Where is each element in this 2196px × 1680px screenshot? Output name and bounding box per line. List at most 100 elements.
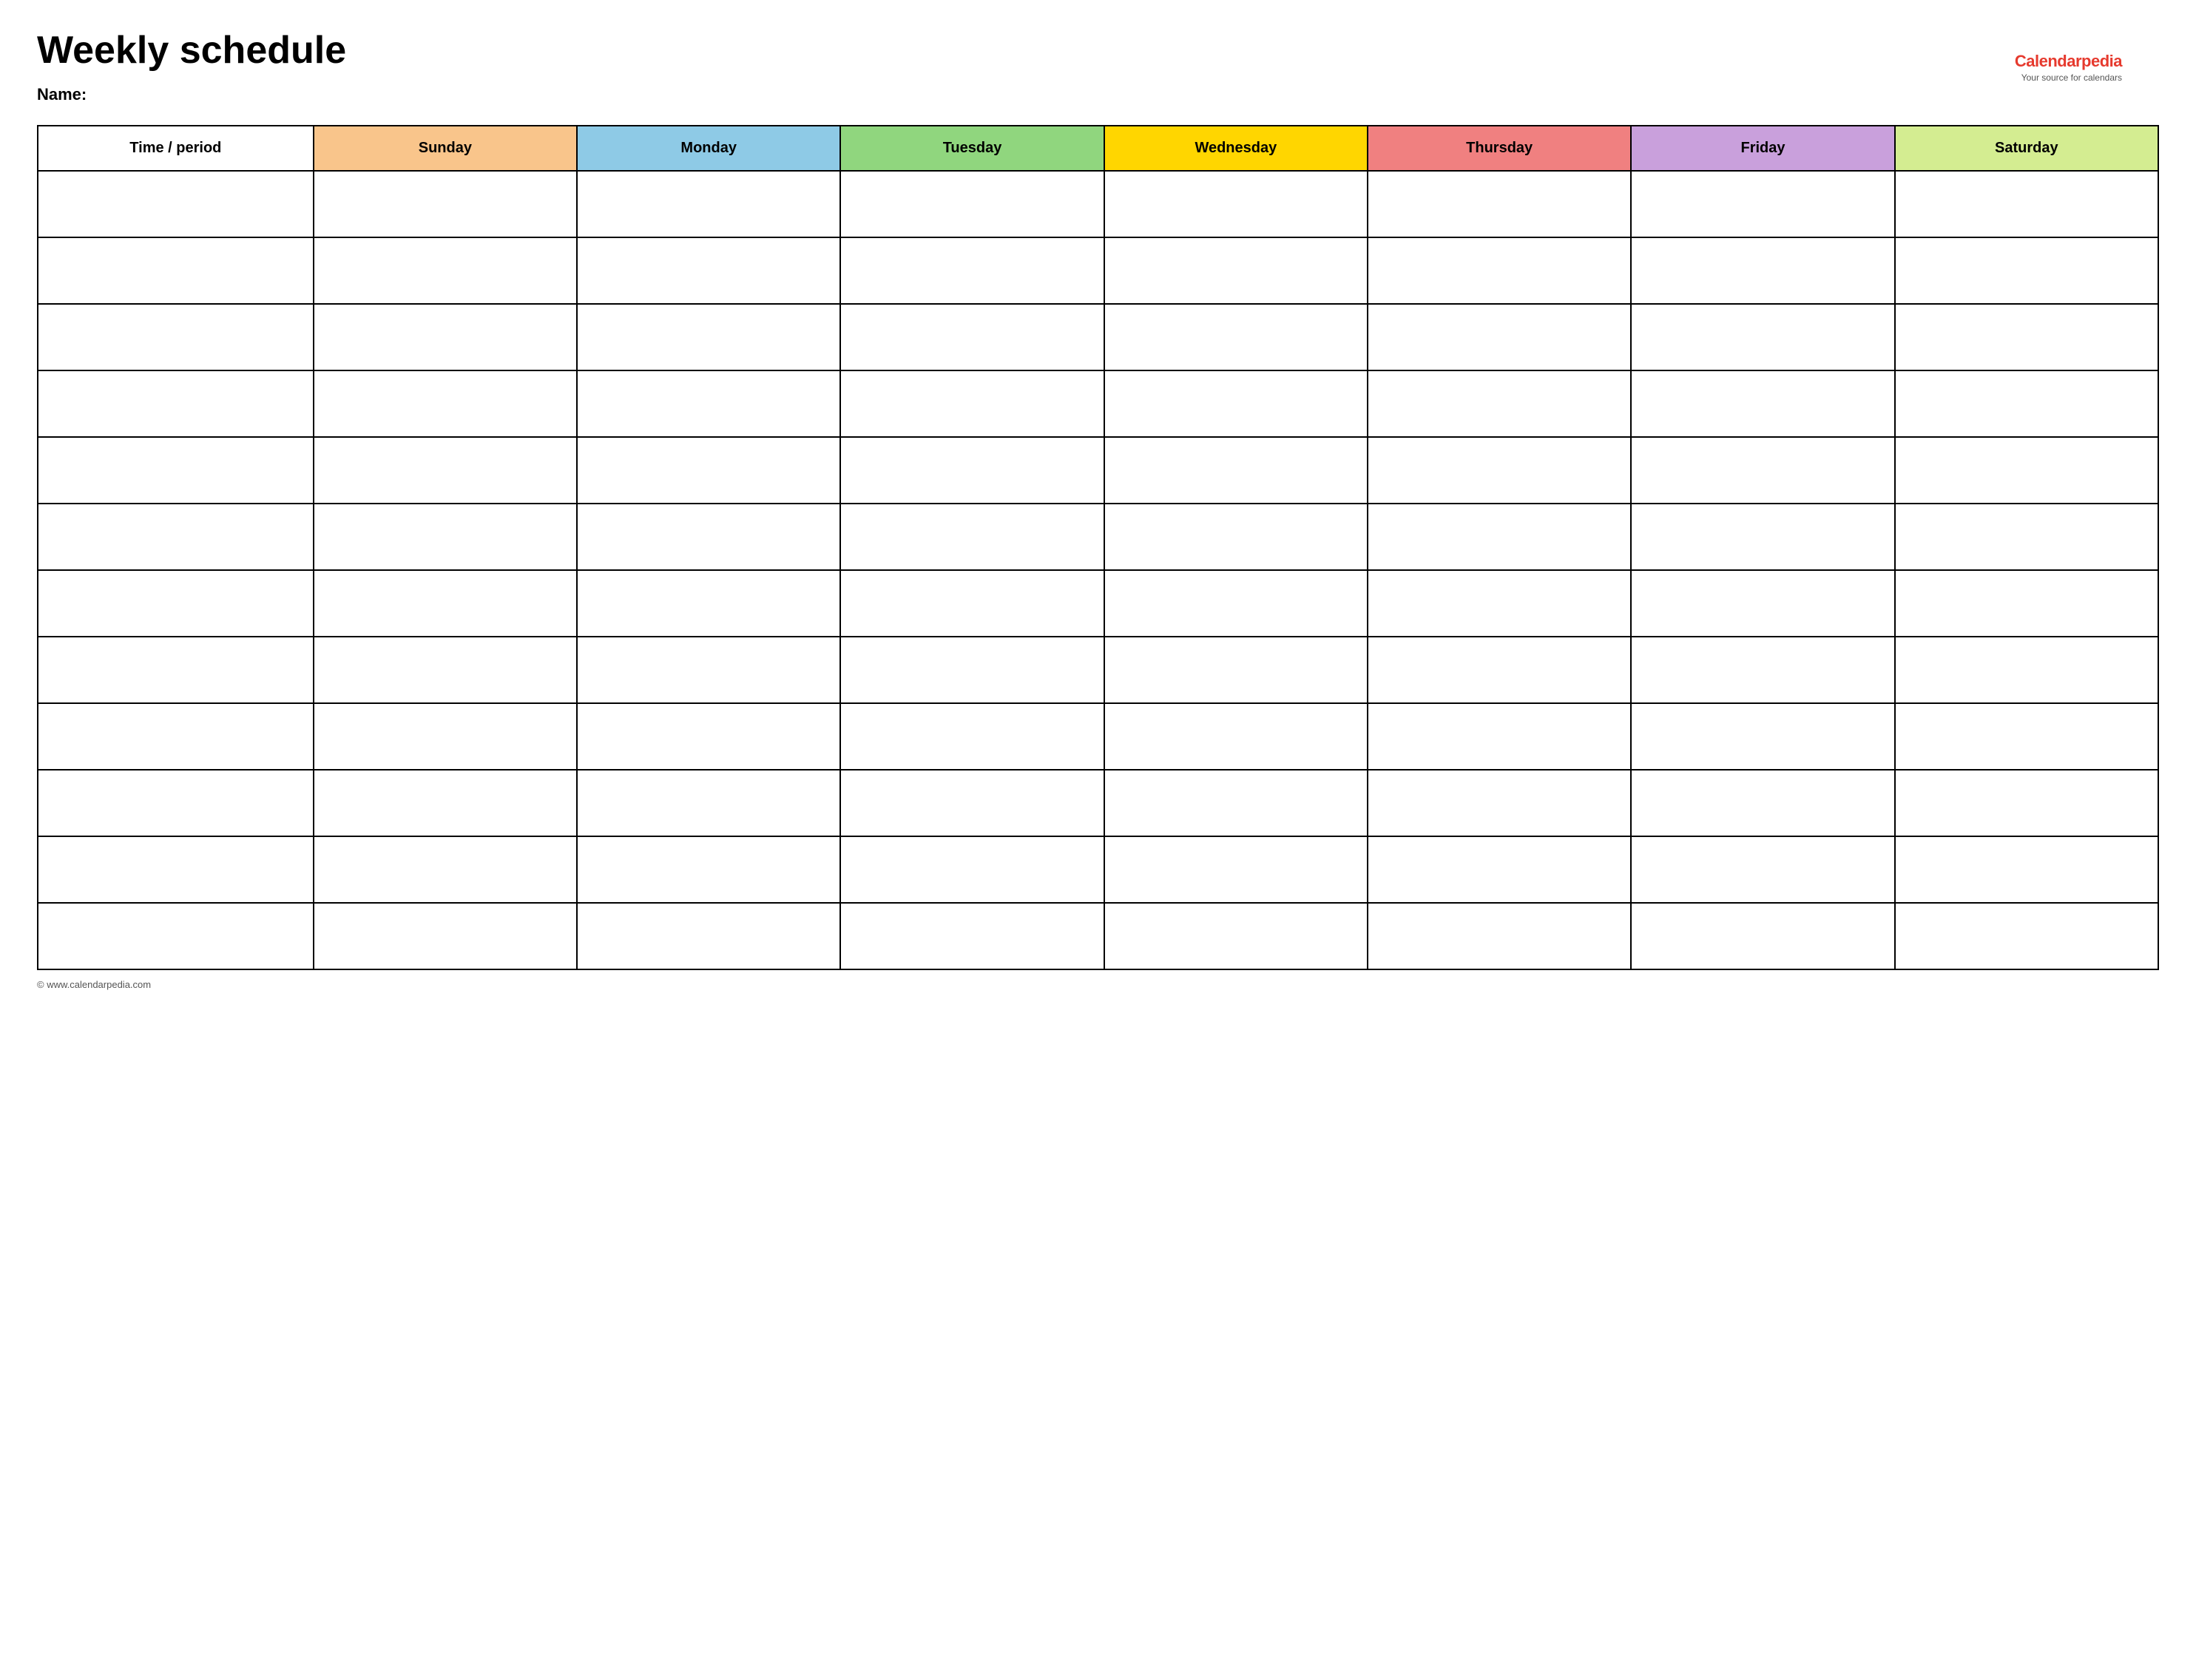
table-cell[interactable]: [577, 171, 840, 237]
table-cell[interactable]: [1368, 504, 1631, 570]
table-cell[interactable]: [1895, 370, 2158, 437]
table-cell[interactable]: [1368, 370, 1631, 437]
table-cell[interactable]: [38, 437, 314, 504]
table-cell[interactable]: [38, 637, 314, 703]
table-cell[interactable]: [314, 171, 577, 237]
table-cell[interactable]: [840, 836, 1104, 903]
name-label: Name:: [37, 85, 2159, 104]
table-row: [38, 703, 2158, 770]
table-cell[interactable]: [1895, 903, 2158, 969]
table-cell[interactable]: [38, 770, 314, 836]
table-cell[interactable]: [314, 437, 577, 504]
table-cell[interactable]: [1895, 237, 2158, 304]
table-cell[interactable]: [1895, 637, 2158, 703]
table-cell[interactable]: [314, 836, 577, 903]
table-cell[interactable]: [1895, 171, 2158, 237]
table-cell[interactable]: [1895, 770, 2158, 836]
table-cell[interactable]: [38, 903, 314, 969]
table-cell[interactable]: [314, 570, 577, 637]
table-cell[interactable]: [1631, 836, 1894, 903]
table-cell[interactable]: [577, 437, 840, 504]
table-cell[interactable]: [1104, 237, 1368, 304]
table-cell[interactable]: [1104, 836, 1368, 903]
table-cell[interactable]: [314, 637, 577, 703]
table-cell[interactable]: [1631, 171, 1894, 237]
table-cell[interactable]: [1895, 437, 2158, 504]
table-cell[interactable]: [38, 171, 314, 237]
table-cell[interactable]: [314, 304, 577, 370]
table-cell[interactable]: [1368, 703, 1631, 770]
table-cell[interactable]: [1631, 304, 1894, 370]
table-cell[interactable]: [1104, 903, 1368, 969]
table-cell[interactable]: [840, 770, 1104, 836]
table-cell[interactable]: [314, 504, 577, 570]
table-cell[interactable]: [1631, 703, 1894, 770]
table-cell[interactable]: [840, 703, 1104, 770]
table-cell[interactable]: [1368, 570, 1631, 637]
table-cell[interactable]: [577, 237, 840, 304]
table-cell[interactable]: [314, 237, 577, 304]
table-cell[interactable]: [1631, 437, 1894, 504]
table-cell[interactable]: [38, 304, 314, 370]
table-cell[interactable]: [1631, 637, 1894, 703]
table-cell[interactable]: [1368, 770, 1631, 836]
table-cell[interactable]: [38, 370, 314, 437]
table-cell[interactable]: [1895, 703, 2158, 770]
table-cell[interactable]: [1895, 836, 2158, 903]
table-cell[interactable]: [840, 370, 1104, 437]
table-cell[interactable]: [1895, 504, 2158, 570]
table-cell[interactable]: [1368, 836, 1631, 903]
table-cell[interactable]: [314, 770, 577, 836]
table-cell[interactable]: [1104, 304, 1368, 370]
table-cell[interactable]: [577, 570, 840, 637]
table-cell[interactable]: [314, 903, 577, 969]
table-cell[interactable]: [840, 304, 1104, 370]
table-cell[interactable]: [1895, 304, 2158, 370]
table-cell[interactable]: [840, 171, 1104, 237]
table-cell[interactable]: [577, 836, 840, 903]
table-cell[interactable]: [1631, 770, 1894, 836]
table-cell[interactable]: [840, 237, 1104, 304]
table-cell[interactable]: [1631, 903, 1894, 969]
table-cell[interactable]: [577, 903, 840, 969]
table-cell[interactable]: [38, 703, 314, 770]
table-cell[interactable]: [1368, 171, 1631, 237]
table-cell[interactable]: [1631, 370, 1894, 437]
table-cell[interactable]: [1368, 903, 1631, 969]
table-cell[interactable]: [1368, 637, 1631, 703]
table-cell[interactable]: [314, 703, 577, 770]
table-row: [38, 370, 2158, 437]
table-cell[interactable]: [1104, 570, 1368, 637]
table-cell[interactable]: [38, 237, 314, 304]
table-cell[interactable]: [577, 770, 840, 836]
table-cell[interactable]: [840, 903, 1104, 969]
table-cell[interactable]: [1368, 304, 1631, 370]
table-cell[interactable]: [1368, 237, 1631, 304]
table-cell[interactable]: [1104, 637, 1368, 703]
table-cell[interactable]: [840, 504, 1104, 570]
table-cell[interactable]: [577, 703, 840, 770]
table-cell[interactable]: [1104, 770, 1368, 836]
table-cell[interactable]: [840, 570, 1104, 637]
table-cell[interactable]: [38, 504, 314, 570]
table-cell[interactable]: [1104, 504, 1368, 570]
table-cell[interactable]: [577, 370, 840, 437]
table-cell[interactable]: [1631, 237, 1894, 304]
table-cell[interactable]: [1104, 703, 1368, 770]
table-cell[interactable]: [38, 836, 314, 903]
table-cell[interactable]: [1104, 370, 1368, 437]
table-cell[interactable]: [314, 370, 577, 437]
table-cell[interactable]: [1895, 570, 2158, 637]
table-cell[interactable]: [577, 504, 840, 570]
table-cell[interactable]: [1104, 171, 1368, 237]
table-row: [38, 171, 2158, 237]
table-cell[interactable]: [38, 570, 314, 637]
table-cell[interactable]: [1631, 504, 1894, 570]
table-cell[interactable]: [840, 437, 1104, 504]
table-cell[interactable]: [1104, 437, 1368, 504]
table-cell[interactable]: [577, 304, 840, 370]
table-cell[interactable]: [577, 637, 840, 703]
table-cell[interactable]: [1368, 437, 1631, 504]
table-cell[interactable]: [1631, 570, 1894, 637]
table-cell[interactable]: [840, 637, 1104, 703]
